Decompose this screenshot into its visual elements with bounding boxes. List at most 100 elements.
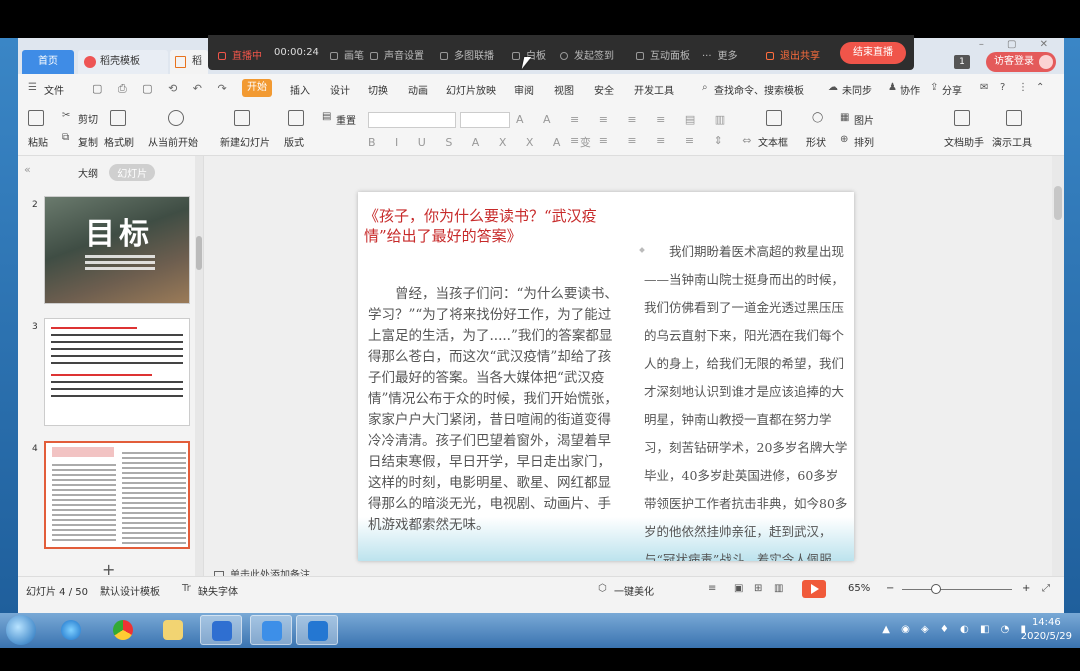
ie-taskbar-button[interactable] (50, 615, 92, 645)
align-buttons[interactable]: ≡ ≡ ≡ ≡ ≡ ⇕ ⇔ (570, 134, 760, 147)
slide-thumbnail-selected[interactable] (44, 441, 190, 549)
start-button[interactable] (6, 615, 36, 645)
tab-insert[interactable]: 插入 (290, 82, 310, 97)
tab-slideshow[interactable]: 幻灯片放映 (446, 82, 496, 97)
slide-right-text[interactable]: 我们期盼着医术高超的救星出现——当钟南山院士挺身而出的时候，我们仿佛看到了一道金… (644, 238, 848, 561)
thumbnail-scrollbar[interactable] (195, 156, 203, 576)
zoom-out-button[interactable]: − (886, 583, 894, 594)
command-search[interactable]: 查找命令、搜索模板 (714, 82, 804, 97)
help-icon[interactable]: ? (1000, 82, 1005, 93)
multi-stream-button[interactable]: 多图联播 (440, 47, 494, 62)
textbox-icon[interactable] (766, 110, 782, 126)
arrange-button[interactable]: 排列 (854, 134, 874, 149)
live-app-taskbar-button[interactable] (250, 615, 292, 645)
window-controls[interactable]: – ▢ ✕ (979, 39, 1058, 50)
sync-status[interactable]: 未同步 (842, 82, 872, 97)
new-slide-button[interactable]: 新建幻灯片 (220, 134, 270, 149)
search-icon[interactable]: ⌕ (702, 82, 708, 93)
zoom-slider[interactable] (902, 589, 1012, 590)
arrange-icon[interactable]: ⊕ (840, 134, 848, 145)
quick-access-icons[interactable]: ▢ ⎙ ▢ ⟲ ↶ ↷ (92, 82, 233, 96)
chrome-taskbar-button[interactable] (102, 615, 144, 645)
tab-document[interactable]: 稻 (170, 50, 208, 74)
sorter-view-icon[interactable]: ⊞ (754, 583, 762, 594)
tab-slides[interactable]: 幻灯片 (109, 164, 156, 181)
tab-templates[interactable]: 稻壳模板 (78, 50, 168, 74)
play-from-current-icon[interactable] (168, 110, 184, 126)
wps-writer-taskbar-button[interactable] (200, 615, 242, 645)
textbox-button[interactable]: 文本框 (758, 134, 788, 149)
share-button[interactable]: 分享 (942, 82, 962, 97)
window-count-badge[interactable]: 1 (954, 55, 970, 69)
tab-transition[interactable]: 切换 (368, 82, 388, 97)
tab-security[interactable]: 安全 (594, 82, 614, 97)
editor-scrollbar[interactable] (1052, 156, 1064, 576)
shape-button[interactable]: 形状 (806, 134, 826, 149)
tab-view[interactable]: 视图 (554, 82, 574, 97)
tab-home[interactable]: 首页 (22, 50, 74, 74)
tab-start[interactable]: 开始 (242, 79, 272, 97)
more-icon[interactable]: ⋮ (1018, 82, 1028, 93)
list-buttons[interactable]: ≡ ≡ ≡ ≡ ▤ ▥ (570, 113, 733, 126)
tab-review[interactable]: 审阅 (514, 82, 534, 97)
collab-button[interactable]: 协作 (900, 82, 920, 97)
tab-design[interactable]: 设计 (330, 82, 350, 97)
picture-icon[interactable]: ▦ (840, 112, 849, 123)
taskbar-clock[interactable]: 14:46 2020/5/29 (1021, 616, 1072, 644)
layout-button[interactable]: 版式 (284, 134, 304, 149)
normal-view-icon[interactable]: ▣ (734, 583, 743, 594)
template-name[interactable]: 默认设计模板 (100, 583, 160, 598)
scrollbar-thumb[interactable] (196, 236, 202, 270)
slide-title[interactable]: 《孩子，你为什么要读书？“武汉疫情”给出了最好的答案》 (364, 206, 624, 246)
picture-button[interactable]: 图片 (854, 112, 874, 127)
tab-developer[interactable]: 开发工具 (634, 82, 674, 97)
tab-outline[interactable]: 大纲 (70, 164, 106, 181)
font-size-select[interactable] (460, 112, 510, 128)
visitor-login-button[interactable]: 访客登录 (986, 52, 1056, 72)
reading-view-icon[interactable]: ▥ (774, 583, 783, 594)
doc-helper-icon[interactable] (954, 110, 970, 126)
collapse-panel-icon[interactable]: « (24, 163, 31, 176)
new-slide-icon[interactable] (234, 110, 250, 126)
slide-thumbnail[interactable]: 目标 (44, 196, 190, 304)
slide-thumbnail[interactable] (44, 318, 190, 426)
exit-share-button[interactable]: 退出共享 (766, 47, 820, 62)
system-tray-icons[interactable]: ▲ ◉ ◈ ♦ ◐ ◧ ◔ ▮ (882, 624, 1030, 635)
shape-icon[interactable]: ◯ (812, 112, 823, 123)
fit-window-icon[interactable]: ⤢ (1042, 583, 1050, 594)
reset-button[interactable]: 重置 (336, 112, 356, 127)
from-current-button[interactable]: 从当前开始 (148, 134, 198, 149)
play-slideshow-icon[interactable] (802, 580, 826, 598)
doc-helper-button[interactable]: 文档助手 (944, 134, 984, 149)
explorer-taskbar-button[interactable] (152, 615, 194, 645)
format-painter-button[interactable]: 格式刷 (104, 134, 134, 149)
collapse-ribbon-icon[interactable]: ⌃ (1036, 82, 1044, 93)
layout-icon[interactable] (288, 110, 304, 126)
pen-button[interactable]: 画笔 (330, 47, 364, 62)
cut-button[interactable]: 剪切 (78, 111, 98, 126)
zoom-level[interactable]: 65% (848, 583, 870, 594)
copy-button[interactable]: 复制 (78, 134, 98, 149)
interaction-panel-button[interactable]: 互动面板 (636, 47, 690, 62)
format-painter-icon[interactable] (110, 110, 126, 126)
audio-settings-button[interactable]: 声音设置 (370, 47, 424, 62)
hamburger-icon[interactable]: ☰ (28, 82, 37, 93)
reset-icon[interactable]: ▤ (322, 111, 331, 122)
paste-icon[interactable] (28, 110, 44, 126)
present-tools-icon[interactable] (1006, 110, 1022, 126)
scissors-icon[interactable]: ✂ (62, 110, 70, 121)
missing-font-button[interactable]: 缺失字体 (198, 583, 238, 598)
zoom-in-button[interactable]: + (1022, 583, 1030, 594)
more-button[interactable]: ··· 更多 (702, 47, 738, 62)
menu-file[interactable]: 文件 (44, 82, 64, 97)
slide-left-text[interactable]: 曾经，当孩子们问：“为什么要读书、学习？”“为了将来找份好工作，为了能过上富足的… (368, 284, 624, 536)
present-tools-button[interactable]: 演示工具 (992, 134, 1032, 149)
copy-icon[interactable]: ⧉ (62, 132, 69, 143)
font-family-select[interactable] (368, 112, 456, 128)
end-live-button[interactable]: 结束直播 (840, 42, 906, 64)
tab-animation[interactable]: 动画 (408, 82, 428, 97)
beautify-button[interactable]: 一键美化 (614, 583, 654, 598)
paste-button[interactable]: 粘贴 (28, 134, 48, 149)
notes-toggle-icon[interactable]: ≡ (708, 583, 716, 594)
font-size-buttons[interactable]: A A (516, 113, 559, 126)
